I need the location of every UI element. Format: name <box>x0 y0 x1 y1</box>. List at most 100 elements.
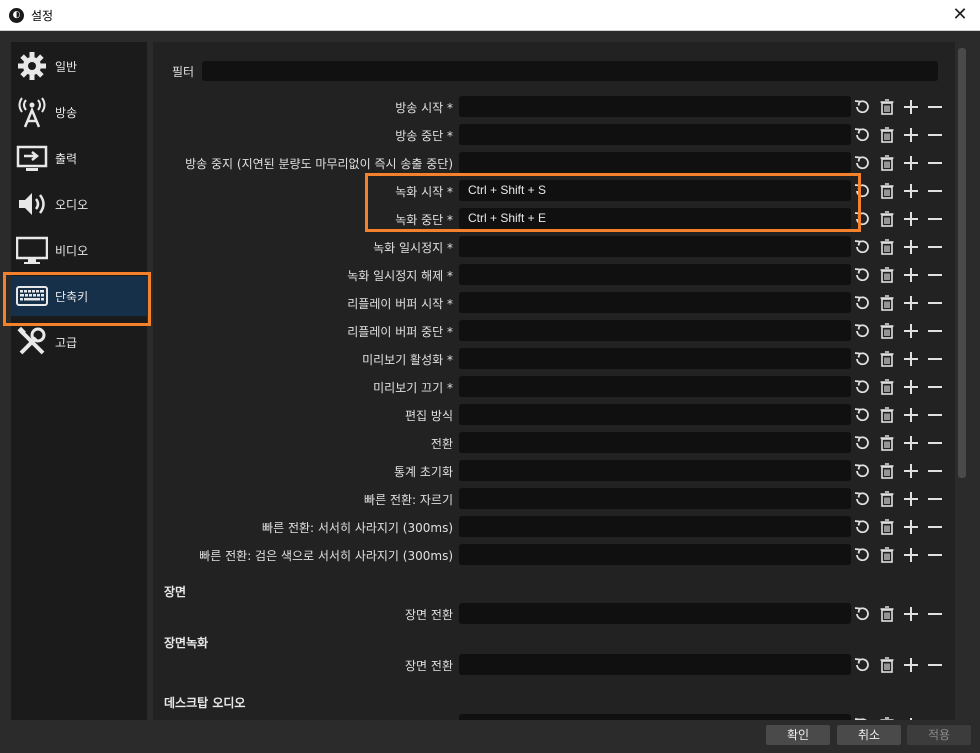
delete-button[interactable] <box>877 321 897 341</box>
hotkey-input[interactable] <box>459 124 851 145</box>
hotkey-input[interactable] <box>459 292 851 313</box>
revert-button[interactable] <box>852 181 872 201</box>
revert-button[interactable] <box>852 97 872 117</box>
revert-button[interactable] <box>852 321 872 341</box>
hotkey-input[interactable] <box>459 603 851 624</box>
add-hotkey-button[interactable] <box>901 489 921 509</box>
delete-button[interactable] <box>877 517 897 537</box>
revert-button[interactable] <box>852 349 872 369</box>
sidebar-item-output[interactable]: 출력 <box>11 138 147 178</box>
remove-hotkey-button[interactable] <box>925 655 945 675</box>
remove-hotkey-button[interactable] <box>925 405 945 425</box>
revert-button[interactable] <box>852 153 872 173</box>
revert-button[interactable] <box>852 293 872 313</box>
add-hotkey-button[interactable] <box>901 265 921 285</box>
revert-button[interactable] <box>852 517 872 537</box>
add-hotkey-button[interactable] <box>901 125 921 145</box>
remove-hotkey-button[interactable] <box>925 125 945 145</box>
apply-button[interactable]: 적용 <box>907 725 971 745</box>
revert-button[interactable] <box>852 433 872 453</box>
delete-button[interactable] <box>877 377 897 397</box>
remove-hotkey-button[interactable] <box>925 604 945 624</box>
delete-button[interactable] <box>877 349 897 369</box>
revert-button[interactable] <box>852 715 872 720</box>
add-hotkey-button[interactable] <box>901 604 921 624</box>
delete-button[interactable] <box>877 181 897 201</box>
remove-hotkey-button[interactable] <box>925 545 945 565</box>
hotkey-input[interactable]: Ctrl + Shift + E <box>459 208 851 229</box>
hotkey-input[interactable] <box>459 544 851 565</box>
delete-button[interactable] <box>877 237 897 257</box>
revert-button[interactable] <box>852 405 872 425</box>
add-hotkey-button[interactable] <box>901 377 921 397</box>
add-hotkey-button[interactable] <box>901 433 921 453</box>
remove-hotkey-button[interactable] <box>925 153 945 173</box>
remove-hotkey-button[interactable] <box>925 349 945 369</box>
add-hotkey-button[interactable] <box>901 97 921 117</box>
revert-button[interactable] <box>852 265 872 285</box>
hotkey-input[interactable] <box>459 152 851 173</box>
sidebar-item-stream[interactable]: 방송 <box>11 92 147 132</box>
hotkey-input[interactable] <box>459 432 851 453</box>
delete-button[interactable] <box>877 405 897 425</box>
revert-button[interactable] <box>852 489 872 509</box>
delete-button[interactable] <box>877 489 897 509</box>
add-hotkey-button[interactable] <box>901 715 921 720</box>
revert-button[interactable] <box>852 209 872 229</box>
revert-button[interactable] <box>852 377 872 397</box>
add-hotkey-button[interactable] <box>901 321 921 341</box>
add-hotkey-button[interactable] <box>901 545 921 565</box>
delete-button[interactable] <box>877 153 897 173</box>
hotkey-input[interactable] <box>459 516 851 537</box>
remove-hotkey-button[interactable] <box>925 715 945 720</box>
remove-hotkey-button[interactable] <box>925 209 945 229</box>
add-hotkey-button[interactable] <box>901 349 921 369</box>
add-hotkey-button[interactable] <box>901 517 921 537</box>
add-hotkey-button[interactable] <box>901 153 921 173</box>
delete-button[interactable] <box>877 545 897 565</box>
remove-hotkey-button[interactable] <box>925 461 945 481</box>
sidebar-item-advanced[interactable]: 고급 <box>11 322 147 362</box>
remove-hotkey-button[interactable] <box>925 321 945 341</box>
hotkey-input[interactable]: Ctrl + Shift + S <box>459 180 851 201</box>
add-hotkey-button[interactable] <box>901 237 921 257</box>
remove-hotkey-button[interactable] <box>925 181 945 201</box>
delete-button[interactable] <box>877 655 897 675</box>
delete-button[interactable] <box>877 209 897 229</box>
revert-button[interactable] <box>852 604 872 624</box>
remove-hotkey-button[interactable] <box>925 237 945 257</box>
hotkey-input[interactable] <box>459 236 851 257</box>
filter-input[interactable] <box>202 61 938 81</box>
hotkey-input[interactable] <box>459 320 851 341</box>
delete-button[interactable] <box>877 433 897 453</box>
add-hotkey-button[interactable] <box>901 405 921 425</box>
revert-button[interactable] <box>852 461 872 481</box>
hotkey-input[interactable] <box>459 404 851 425</box>
remove-hotkey-button[interactable] <box>925 517 945 537</box>
add-hotkey-button[interactable] <box>901 181 921 201</box>
remove-hotkey-button[interactable] <box>925 265 945 285</box>
remove-hotkey-button[interactable] <box>925 293 945 313</box>
remove-hotkey-button[interactable] <box>925 433 945 453</box>
hotkey-input[interactable] <box>459 376 851 397</box>
hotkey-input[interactable] <box>459 348 851 369</box>
revert-button[interactable] <box>852 125 872 145</box>
sidebar-item-audio[interactable]: 오디오 <box>11 184 147 224</box>
revert-button[interactable] <box>852 655 872 675</box>
hotkey-input[interactable] <box>459 96 851 117</box>
cancel-button[interactable]: 취소 <box>837 725 901 745</box>
delete-button[interactable] <box>877 97 897 117</box>
add-hotkey-button[interactable] <box>901 293 921 313</box>
add-hotkey-button[interactable] <box>901 209 921 229</box>
hotkey-input[interactable] <box>459 264 851 285</box>
hotkey-input[interactable] <box>459 654 851 675</box>
remove-hotkey-button[interactable] <box>925 97 945 117</box>
delete-button[interactable] <box>877 265 897 285</box>
hotkey-input[interactable] <box>459 488 851 509</box>
add-hotkey-button[interactable] <box>901 655 921 675</box>
add-hotkey-button[interactable] <box>901 461 921 481</box>
scrollbar-thumb[interactable] <box>958 48 966 478</box>
ok-button[interactable]: 확인 <box>766 725 830 745</box>
delete-button[interactable] <box>877 461 897 481</box>
revert-button[interactable] <box>852 545 872 565</box>
